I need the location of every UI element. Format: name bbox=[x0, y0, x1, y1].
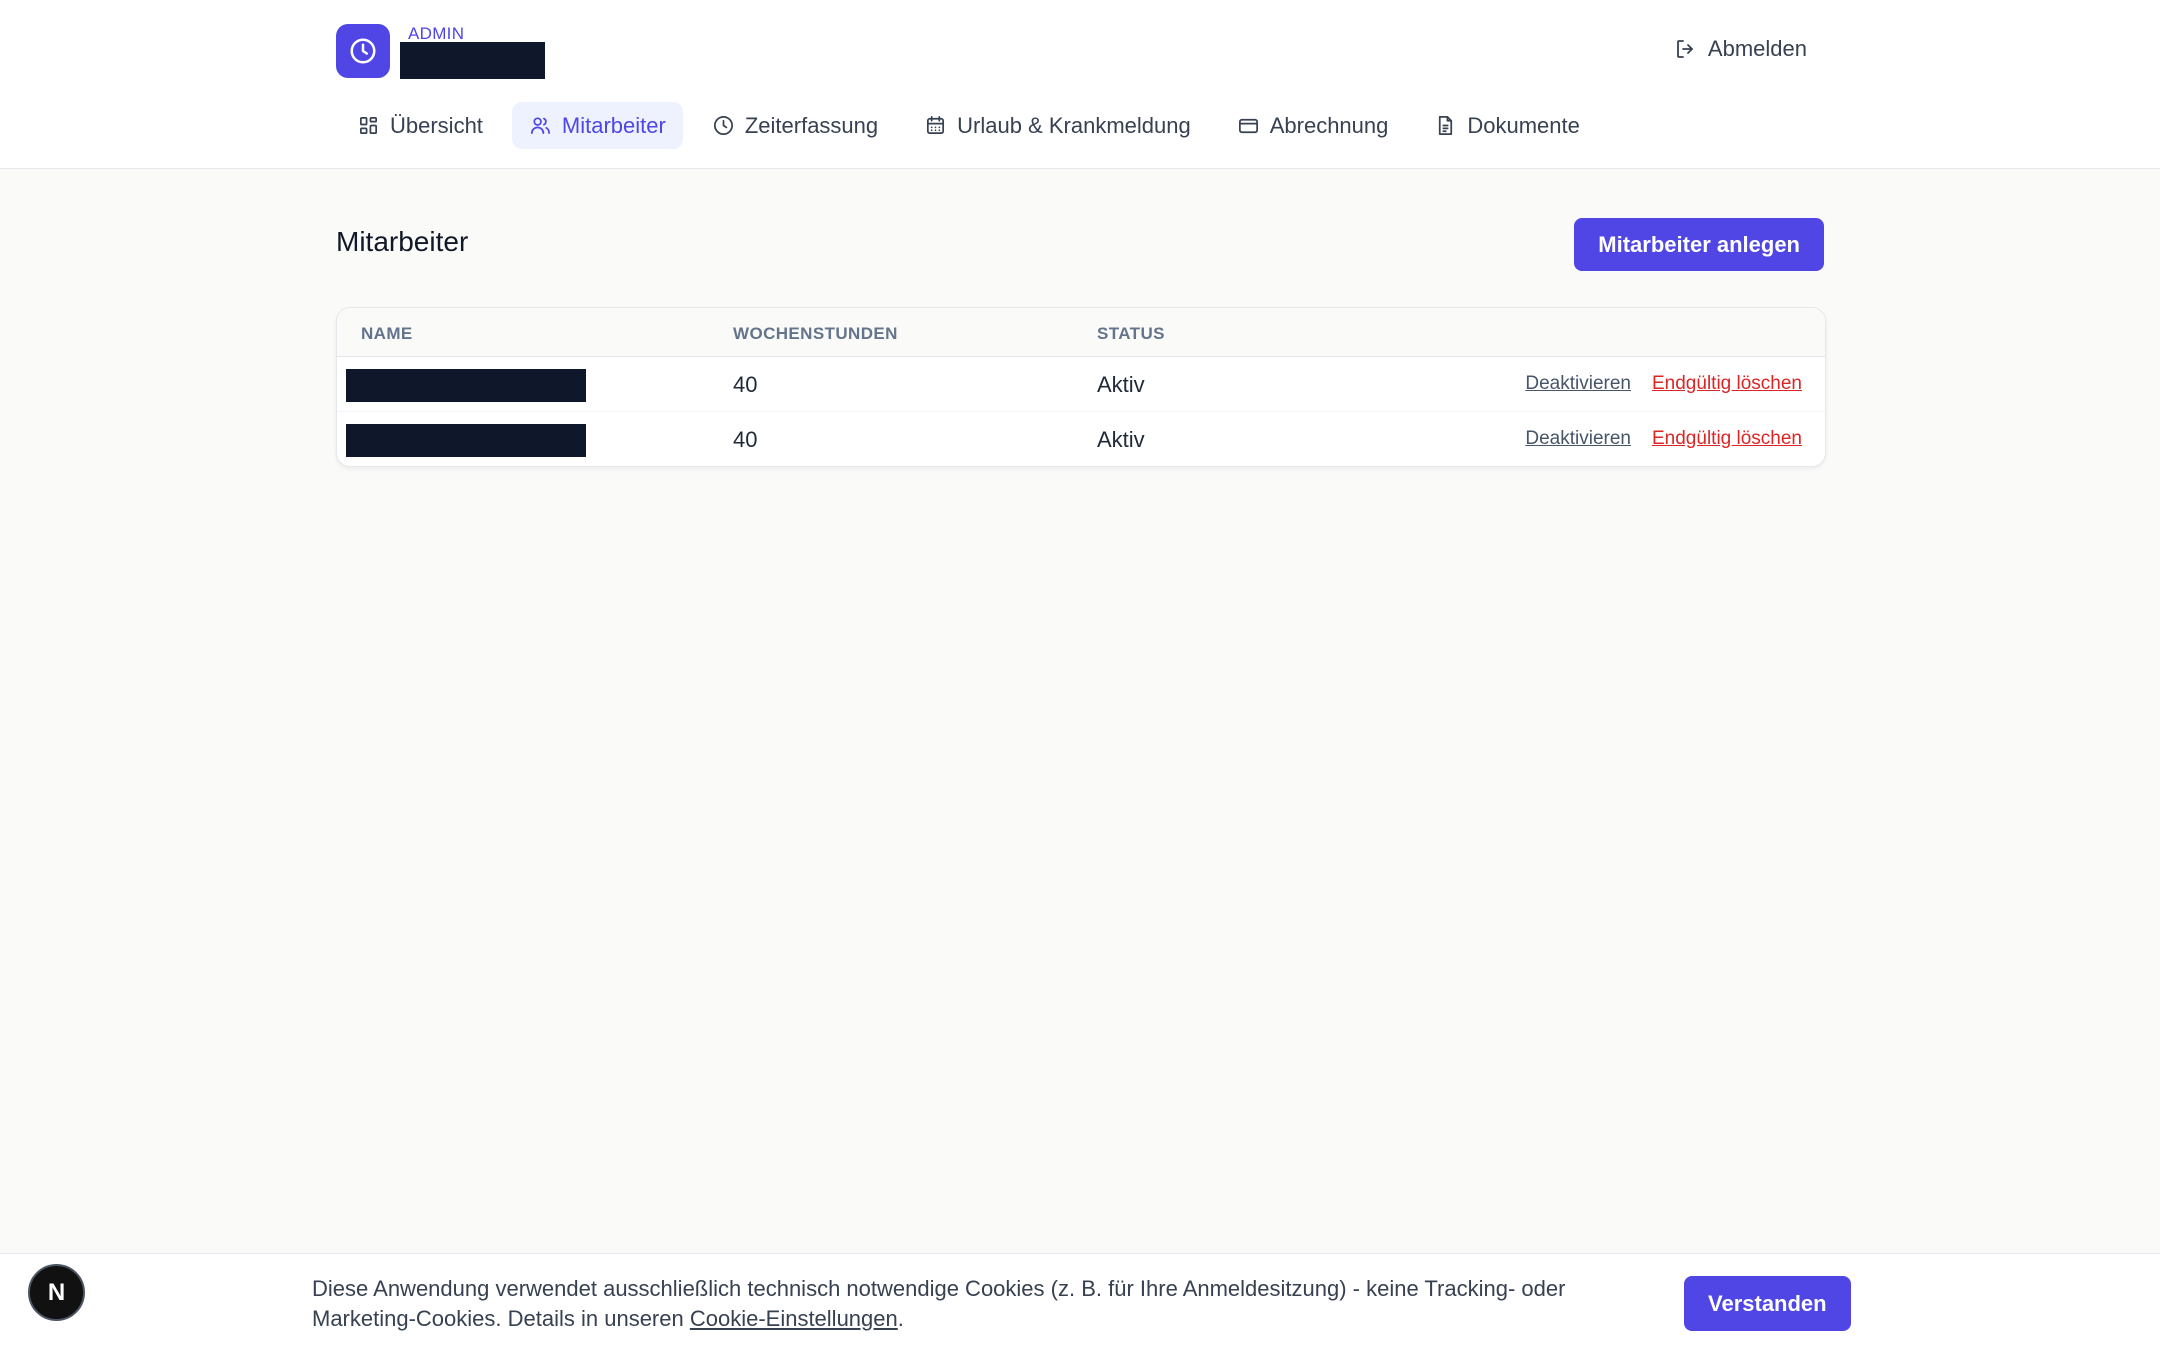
logout-icon bbox=[1677, 40, 1693, 58]
cookie-notice-suffix: . bbox=[897, 1306, 904, 1331]
logout-label: Abmelden bbox=[1707, 36, 1807, 61]
status-cell: Aktiv bbox=[1097, 427, 1145, 452]
redacted-employee-name bbox=[346, 369, 586, 402]
main-nav: Übersicht Mitarbeiter Zeiterfassung Urla… bbox=[340, 102, 1597, 149]
cookie-notice-body: Diese Anwendung verwendet ausschließlich… bbox=[312, 1276, 1566, 1331]
column-header-weekly-hours: WOCHENSTUNDEN bbox=[733, 324, 898, 343]
weekly-hours-cell: 40 bbox=[733, 427, 758, 452]
nav-tab-label: Zeiterfassung bbox=[744, 112, 879, 138]
redacted-employee-name bbox=[346, 424, 586, 457]
status-cell: Aktiv bbox=[1097, 372, 1145, 397]
deactivate-link[interactable]: Deaktivieren bbox=[1525, 428, 1631, 450]
delete-permanently-link[interactable]: Endgültig löschen bbox=[1652, 428, 1802, 450]
grid-icon bbox=[359, 116, 378, 135]
nextjs-dev-badge[interactable]: N bbox=[28, 1264, 85, 1321]
column-header-status: STATUS bbox=[1097, 324, 1165, 343]
deactivate-link[interactable]: Deaktivieren bbox=[1525, 373, 1631, 395]
user-role-label: ADMIN bbox=[408, 24, 465, 43]
document-icon bbox=[1439, 116, 1453, 135]
app-header: ADMIN Abmelden Übersicht Mitarbeiter Zei… bbox=[0, 0, 2160, 169]
nav-tab-billing[interactable]: Abrechnung bbox=[1220, 102, 1406, 149]
nav-tab-label: Dokumente bbox=[1467, 112, 1580, 138]
clock-icon bbox=[350, 38, 376, 64]
nav-tab-employees[interactable]: Mitarbeiter bbox=[511, 102, 683, 149]
cookie-settings-link[interactable]: Cookie-Einstellungen bbox=[690, 1306, 898, 1331]
nav-tab-time-tracking[interactable]: Zeiterfassung bbox=[695, 102, 895, 149]
table-row: 40 Aktiv Deaktivieren Endgültig löschen bbox=[337, 411, 1825, 466]
column-header-name: NAME bbox=[361, 324, 413, 343]
clock-icon bbox=[713, 116, 733, 135]
cookie-notice-text: Diese Anwendung verwendet ausschließlich… bbox=[312, 1274, 1672, 1334]
employee-table: NAME WOCHENSTUNDEN STATUS 40 Aktiv Deakt… bbox=[336, 307, 1826, 467]
weekly-hours-cell: 40 bbox=[733, 372, 758, 397]
table-row: 40 Aktiv Deaktivieren Endgültig löschen bbox=[337, 356, 1825, 412]
users-icon bbox=[530, 117, 550, 135]
nav-tab-documents[interactable]: Dokumente bbox=[1417, 102, 1597, 149]
logout-button[interactable]: Abmelden bbox=[1674, 36, 1807, 62]
page-title: Mitarbeiter bbox=[336, 226, 469, 257]
nav-tab-label: Mitarbeiter bbox=[561, 112, 666, 138]
credit-card-icon bbox=[1238, 118, 1258, 134]
nav-tab-vacation-sick[interactable]: Urlaub & Krankmeldung bbox=[907, 102, 1208, 149]
badge-letter: N bbox=[47, 1278, 66, 1306]
nav-tab-label: Abrechnung bbox=[1269, 112, 1389, 138]
app-logo[interactable] bbox=[336, 24, 390, 78]
nav-tab-label: Urlaub & Krankmeldung bbox=[957, 112, 1191, 138]
delete-permanently-link[interactable]: Endgültig löschen bbox=[1652, 373, 1802, 395]
redacted-user-name bbox=[400, 42, 545, 79]
nav-tab-label: Übersicht bbox=[390, 112, 483, 138]
create-employee-button[interactable]: Mitarbeiter anlegen bbox=[1574, 218, 1824, 271]
cookie-accept-button[interactable]: Verstanden bbox=[1684, 1276, 1851, 1331]
nav-tab-overview[interactable]: Übersicht bbox=[340, 102, 500, 149]
cookie-banner: Diese Anwendung verwendet ausschließlich… bbox=[0, 1253, 2160, 1351]
calendar-icon bbox=[927, 116, 945, 135]
table-header: NAME WOCHENSTUNDEN STATUS bbox=[337, 308, 1825, 357]
